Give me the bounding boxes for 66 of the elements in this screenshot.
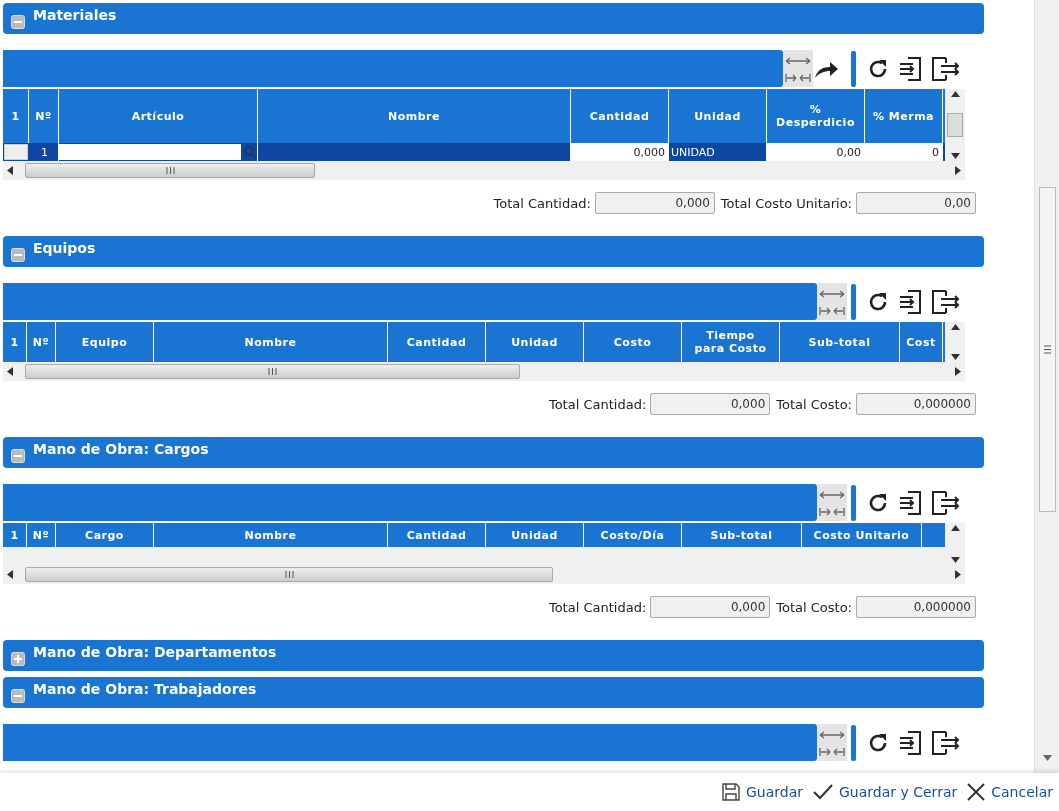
section-header[interactable]: Materiales <box>3 3 984 34</box>
row-checkbox[interactable] <box>4 144 28 160</box>
total-label: Total Costo: <box>776 599 852 615</box>
section-title: Equipos <box>33 239 96 257</box>
grip-icon <box>284 571 294 578</box>
section-header[interactable]: Mano de Obra: Departamentos <box>3 640 984 671</box>
scroll-left-icon[interactable] <box>7 570 13 579</box>
lookup-field[interactable] <box>59 144 241 160</box>
vertical-scrollbar[interactable] <box>945 89 965 161</box>
total-label: Total Cantidad: <box>548 599 647 615</box>
number-field[interactable]: 0,000 <box>571 143 669 161</box>
total-label: Total Costo: <box>776 396 852 412</box>
number-field[interactable]: 0 <box>865 143 943 161</box>
total-label: Total Costo Unitario: <box>720 195 852 211</box>
scroll-right-icon[interactable] <box>955 570 961 579</box>
total-field: 0,000 <box>650 596 771 618</box>
page-scrollbar[interactable] <box>1034 0 1059 773</box>
vertical-scrollbar[interactable] <box>945 322 965 362</box>
export-icon[interactable] <box>930 288 960 315</box>
section-title: Mano de Obra: Cargos <box>33 440 209 458</box>
export-icon[interactable] <box>930 489 960 516</box>
import-icon[interactable] <box>898 729 922 756</box>
horizontal-scrollbar[interactable] <box>3 161 965 180</box>
section-header[interactable]: Equipos <box>3 236 984 267</box>
number-field[interactable]: 0,00 <box>767 143 865 161</box>
total-label: Total Cantidad: <box>548 396 647 412</box>
save-icon <box>721 783 740 801</box>
scroll-up-icon[interactable] <box>950 525 960 531</box>
check-icon <box>813 784 833 800</box>
footer-button[interactable]: Cancelar <box>967 783 1053 801</box>
total-field: 0,00 <box>856 192 976 214</box>
import-icon[interactable] <box>898 489 922 516</box>
total-field: 0,000 <box>650 393 771 415</box>
scroll-down-icon[interactable] <box>950 153 960 159</box>
vertical-scrollbar[interactable] <box>945 523 965 565</box>
section-title: Mano de Obra: Trabajadores <box>33 680 257 698</box>
section-header[interactable]: Mano de Obra: Cargos <box>3 437 984 468</box>
grip-icon <box>268 368 277 375</box>
import-icon[interactable] <box>898 55 922 82</box>
footer-button[interactable]: Guardar y Cerrar <box>813 784 958 800</box>
export-icon[interactable] <box>930 55 960 82</box>
total-field: 0,000 <box>594 192 715 214</box>
grid-row[interactable]: 1 0,000 UNIDAD 0,00 0 <box>3 143 945 161</box>
footer-button[interactable]: Guardar <box>721 783 803 801</box>
scroll-down-icon[interactable] <box>950 557 960 563</box>
scroll-down-icon[interactable] <box>950 354 960 360</box>
total-label: Total Cantidad: <box>493 195 591 211</box>
scroll-down-icon[interactable] <box>1042 755 1052 761</box>
scroll-up-icon[interactable] <box>950 324 960 330</box>
section-title: Materiales <box>33 6 117 24</box>
scroll-up-icon[interactable] <box>950 91 960 97</box>
scroll-left-icon[interactable] <box>7 367 13 376</box>
horizontal-scrollbar[interactable] <box>3 362 965 381</box>
total-field: 0,000000 <box>856 596 976 618</box>
close-icon <box>967 783 986 801</box>
section-header[interactable]: Mano de Obra: Trabajadores <box>3 677 984 708</box>
scroll-right-icon[interactable] <box>955 166 961 175</box>
section-title: Mano de Obra: Departamentos <box>33 643 277 661</box>
grip-icon <box>165 167 175 174</box>
scroll-right-icon[interactable] <box>955 367 961 376</box>
grip-icon <box>1043 345 1051 354</box>
export-icon[interactable] <box>930 729 960 756</box>
horizontal-scrollbar[interactable] <box>3 565 965 584</box>
import-icon[interactable] <box>898 288 922 315</box>
scroll-left-icon[interactable] <box>7 166 13 175</box>
total-field: 0,000000 <box>856 393 976 415</box>
